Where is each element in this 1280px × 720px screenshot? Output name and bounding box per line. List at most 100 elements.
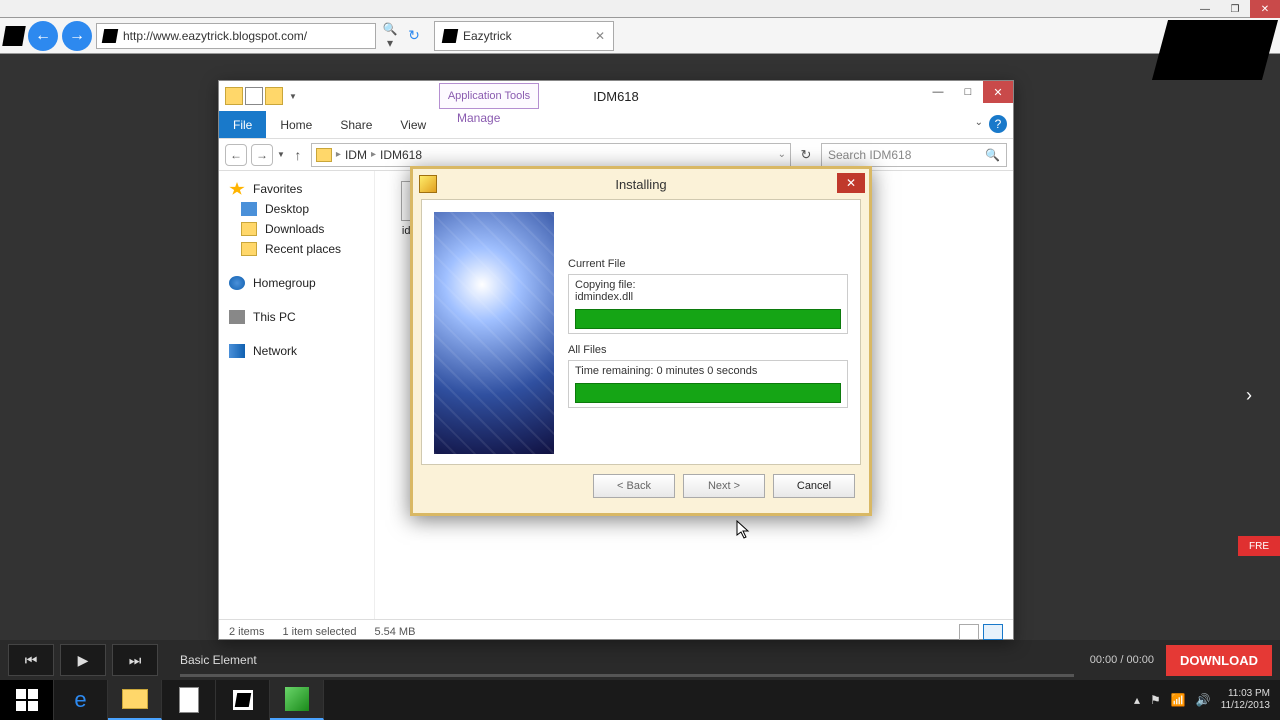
browser-back-button[interactable]: ← <box>28 21 58 51</box>
slider-free-badge: FRE <box>1238 536 1280 556</box>
installer-footer: < Back Next > Cancel <box>413 465 869 507</box>
breadcrumb-dropdown-icon[interactable]: ⌄ <box>778 149 786 160</box>
nav-history-dropdown[interactable]: ▼ <box>277 150 285 159</box>
taskbar-app-button[interactable] <box>216 680 270 720</box>
installer-icon <box>419 175 437 193</box>
current-file-box: Copying file: idmindex.dll <box>568 274 848 334</box>
folder-icon[interactable] <box>225 87 243 105</box>
time-remaining: Time remaining: 0 minutes 0 seconds <box>575 365 841 377</box>
sidebar-item-favorites[interactable]: Favorites <box>219 179 374 199</box>
address-favicon-icon <box>102 29 118 43</box>
download-button[interactable]: DOWNLOAD <box>1166 645 1272 676</box>
media-time: 00:00 / 00:00 <box>1090 654 1154 666</box>
sidebar-item-thispc[interactable]: This PC <box>219 307 374 327</box>
browser-refresh-button[interactable]: ↻ <box>404 27 424 44</box>
tray-chevron-icon[interactable]: ▴ <box>1134 693 1140 707</box>
tray-clock[interactable]: 11:03 PM 11/12/2013 <box>1221 688 1270 712</box>
sidebar-item-homegroup[interactable]: Homegroup <box>219 273 374 293</box>
help-button[interactable]: ? <box>989 115 1007 133</box>
tray-volume-icon[interactable]: 🔊 <box>1196 693 1211 707</box>
tray-flag-icon[interactable]: ⚑ <box>1150 693 1161 707</box>
breadcrumb-folder-icon <box>316 148 332 162</box>
slider-next-button[interactable]: › <box>1232 378 1266 412</box>
taskbar-installer-button[interactable] <box>270 680 324 720</box>
outer-titlebar: — ❐ ✕ <box>0 0 1280 18</box>
outer-restore-button[interactable]: ❐ <box>1220 0 1250 18</box>
all-files-label: All Files <box>568 344 848 356</box>
explorer-minimize-button[interactable]: — <box>923 81 953 103</box>
media-play-button[interactable]: ▶ <box>60 644 106 676</box>
installer-titlebar[interactable]: Installing ✕ <box>413 169 869 199</box>
cancel-button[interactable]: Cancel <box>773 474 855 498</box>
tab-close-button[interactable]: ✕ <box>595 29 605 43</box>
tab-title: Eazytrick <box>463 29 512 43</box>
sidebar-item-network[interactable]: Network <box>219 341 374 361</box>
outer-minimize-button[interactable]: — <box>1190 0 1220 18</box>
nav-up-button[interactable]: ↑ <box>289 147 307 163</box>
all-files-box: Time remaining: 0 minutes 0 seconds <box>568 360 848 408</box>
browser-forward-button[interactable]: → <box>62 21 92 51</box>
current-file-progress <box>575 309 841 329</box>
view-icons-button[interactable] <box>983 624 1003 640</box>
taskbar-explorer-button[interactable] <box>108 680 162 720</box>
start-button[interactable] <box>0 680 54 720</box>
installer-title: Installing <box>615 177 666 192</box>
breadcrumb[interactable]: ▸ IDM ▸ IDM618 ⌄ <box>311 143 791 167</box>
qat-dropdown-icon[interactable]: ▼ <box>285 92 301 101</box>
tab-favicon-icon <box>442 29 458 43</box>
installer-body: Current File Copying file: idmindex.dll … <box>421 199 861 465</box>
media-next-button[interactable]: ⏭ <box>112 644 158 676</box>
nav-back-button[interactable]: ← <box>225 144 247 166</box>
address-bar[interactable]: http://www.eazytrick.blogspot.com/ <box>96 23 376 49</box>
back-button[interactable]: < Back <box>593 474 675 498</box>
view-details-button[interactable] <box>959 624 979 640</box>
explorer-close-button[interactable]: ✕ <box>983 81 1013 103</box>
seek-bar[interactable] <box>180 674 1074 677</box>
ribbon-tab-view[interactable]: View <box>386 111 440 138</box>
installer-banner-image <box>434 212 554 454</box>
search-dropdown-icon[interactable]: 🔍▾ <box>380 22 400 50</box>
media-track[interactable]: Basic Element <box>180 653 1074 667</box>
desktop-icon <box>241 202 257 216</box>
path-refresh-button[interactable]: ↻ <box>795 147 817 163</box>
status-items: 2 items <box>229 626 264 638</box>
taskbar: e ▴ ⚑ 📶 🔊 11:03 PM 11/12/2013 <box>0 680 1280 720</box>
quick-access-toolbar: ▼ <box>225 87 301 105</box>
next-button[interactable]: Next > <box>683 474 765 498</box>
sidebar-item-downloads[interactable]: Downloads <box>219 219 374 239</box>
logo-overlay-icon <box>1152 20 1278 80</box>
explorer-sidebar: Favorites Desktop Downloads Recent place… <box>219 171 375 619</box>
ribbon-tab-share[interactable]: Share <box>326 111 386 138</box>
installer-close-button[interactable]: ✕ <box>837 173 865 193</box>
outer-close-button[interactable]: ✕ <box>1250 0 1280 18</box>
application-tools-tab[interactable]: Application Tools <box>439 83 539 109</box>
ribbon-tab-manage[interactable]: Manage <box>443 111 514 125</box>
taskbar-notepad-button[interactable] <box>162 680 216 720</box>
browser-tab[interactable]: Eazytrick ✕ <box>434 21 614 51</box>
explorer-search-input[interactable]: Search IDM618 🔍 <box>821 143 1007 167</box>
new-folder-icon[interactable] <box>265 87 283 105</box>
taskbar-ie-button[interactable]: e <box>54 680 108 720</box>
notepad-icon <box>179 687 199 713</box>
ribbon-collapse-icon[interactable]: ⌄ <box>975 117 983 128</box>
explorer-titlebar[interactable]: ▼ Application Tools IDM618 — □ ✕ <box>219 81 1013 111</box>
breadcrumb-sep-icon[interactable]: ▸ <box>371 149 376 160</box>
sidebar-item-desktop[interactable]: Desktop <box>219 199 374 219</box>
breadcrumb-segment-1[interactable]: IDM <box>345 148 367 162</box>
sidebar-item-recent[interactable]: Recent places <box>219 239 374 259</box>
track-title: Basic Element <box>180 653 257 667</box>
ribbon-tab-home[interactable]: Home <box>266 111 326 138</box>
media-prev-button[interactable]: ⏮ <box>8 644 54 676</box>
search-placeholder: Search IDM618 <box>828 148 911 162</box>
search-icon: 🔍 <box>985 148 1000 162</box>
breadcrumb-segment-2[interactable]: IDM618 <box>380 148 422 162</box>
media-controls: ⏮ ▶ ⏭ Basic Element 00:00 / 00:00 DOWNLO… <box>0 640 1280 680</box>
nav-forward-button[interactable]: → <box>251 144 273 166</box>
setup-icon <box>285 687 309 711</box>
breadcrumb-sep-icon[interactable]: ▸ <box>336 149 341 160</box>
tray-network-icon[interactable]: 📶 <box>1171 693 1186 707</box>
tray-date: 11/12/2013 <box>1221 700 1270 712</box>
explorer-maximize-button[interactable]: □ <box>953 81 983 103</box>
properties-icon[interactable] <box>245 87 263 105</box>
ribbon-tab-file[interactable]: File <box>219 111 266 138</box>
